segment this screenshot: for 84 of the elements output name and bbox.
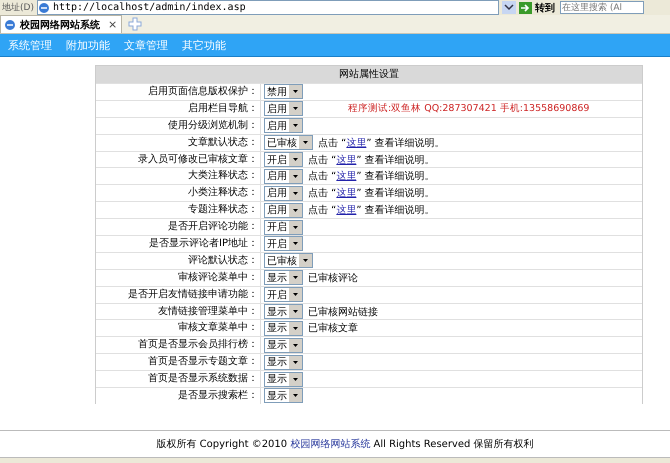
help-link[interactable]: 这里 bbox=[336, 188, 356, 200]
panel-title: 网站属性设置 bbox=[96, 66, 642, 83]
note-text: 已审核评论 bbox=[308, 272, 358, 285]
caret-icon bbox=[289, 186, 302, 200]
address-label: 地址(D) bbox=[2, 2, 34, 14]
select-field[interactable]: 显示 bbox=[264, 354, 303, 370]
caret-icon bbox=[289, 85, 302, 98]
field-label: 评论默认状态： bbox=[96, 252, 261, 269]
caret-icon bbox=[289, 389, 302, 402]
field-label: 首页是否显示专题文章： bbox=[96, 354, 261, 370]
field-label: 是否开启评论功能： bbox=[96, 219, 261, 236]
caret-icon bbox=[289, 220, 302, 234]
dropdown-icon[interactable] bbox=[502, 1, 516, 14]
field-label: 专题注释状态： bbox=[96, 202, 261, 218]
select-field[interactable]: 禁用 bbox=[264, 84, 303, 100]
browser-tab[interactable]: 校园网络网站系统 × bbox=[0, 15, 122, 33]
select-field[interactable]: 开启 bbox=[264, 220, 303, 235]
page-icon bbox=[4, 18, 16, 30]
help-text: 点击 “这里” 查看详细说明。 bbox=[308, 154, 435, 166]
page-icon bbox=[38, 2, 50, 14]
go-button[interactable]: 转到 bbox=[518, 0, 555, 14]
field-label: 录入员可修改已审核文章： bbox=[96, 152, 261, 168]
caret-icon bbox=[289, 119, 302, 132]
copyright-text: 版权所有 Copyright ©2010 校园网络网站系统 All Rights Reserved 保留所有权利 bbox=[156, 438, 534, 451]
credit-text: 程序测试:双鱼林 QQ:287307421 手机:13558690869 bbox=[348, 102, 590, 116]
help-text: 点击 “这里” 查看详细说明。 bbox=[308, 170, 435, 184]
search-field[interactable]: 在这里搜索 (Al bbox=[560, 1, 644, 14]
select-field[interactable]: 已审核 bbox=[264, 253, 313, 268]
select-field[interactable]: 开启 bbox=[264, 236, 303, 252]
select-field[interactable]: 启用 bbox=[264, 101, 303, 116]
footer-link[interactable]: 校园网络网站系统 bbox=[290, 439, 370, 450]
help-link[interactable]: 这里 bbox=[336, 154, 356, 166]
caret-icon bbox=[289, 305, 302, 318]
select-field[interactable]: 显示 bbox=[264, 320, 303, 336]
caret-icon bbox=[289, 338, 302, 352]
caret-icon bbox=[289, 288, 302, 302]
field-label: 是否显示搜索栏： bbox=[96, 388, 261, 404]
select-field[interactable]: 显示 bbox=[264, 270, 303, 286]
note-text: 已审核文章 bbox=[308, 322, 358, 336]
field-label: 首页是否显示会员排行榜： bbox=[96, 337, 261, 354]
select-field[interactable]: 已审核 bbox=[264, 135, 313, 150]
field-label: 首页是否显示系统数据： bbox=[96, 371, 261, 388]
field-label: 是否开启友情链接申请功能： bbox=[96, 286, 261, 303]
field-label: 是否显示评论者IP地址： bbox=[96, 236, 261, 252]
select-field[interactable]: 显示 bbox=[264, 372, 303, 387]
field-label: 审核文章菜单中： bbox=[96, 320, 261, 336]
select-field[interactable]: 启用 bbox=[264, 186, 303, 201]
field-label: 启用栏目导航： bbox=[96, 100, 261, 117]
help-link[interactable]: 这里 bbox=[336, 205, 356, 216]
url-field[interactable]: http://localhost/admin/index.asp bbox=[36, 0, 499, 15]
field-label: 大类注释状态： bbox=[96, 168, 261, 184]
caret-icon bbox=[289, 170, 302, 183]
select-field[interactable]: 开启 bbox=[264, 287, 303, 302]
arrow-icon bbox=[518, 2, 532, 14]
help-text: 点击 “这里” 查看详细说明。 bbox=[308, 204, 435, 218]
field-label: 审核评论菜单中： bbox=[96, 270, 261, 286]
caret-icon bbox=[289, 322, 302, 335]
field-label: 文章默认状态： bbox=[96, 134, 261, 151]
help-text: 点击 “这里” 查看详细说明。 bbox=[308, 186, 435, 200]
select-field[interactable]: 开启 bbox=[264, 152, 303, 167]
field-label: 使用分级浏览机制： bbox=[96, 118, 261, 134]
caret-icon bbox=[289, 102, 302, 116]
select-field[interactable]: 启用 bbox=[264, 118, 303, 134]
caret-icon bbox=[289, 237, 302, 250]
select-field[interactable]: 显示 bbox=[264, 338, 303, 353]
select-field[interactable]: 显示 bbox=[264, 304, 303, 320]
help-link[interactable]: 这里 bbox=[346, 138, 366, 149]
note-text: 已审核网站链接 bbox=[308, 306, 378, 319]
select-field[interactable]: 启用 bbox=[264, 168, 303, 184]
select-field[interactable]: 显示 bbox=[264, 388, 303, 404]
caret-icon bbox=[289, 271, 302, 284]
caret-icon bbox=[289, 204, 302, 217]
close-button[interactable]: × bbox=[108, 18, 118, 31]
select-field[interactable]: 启用 bbox=[264, 202, 303, 218]
help-text: 点击 “这里” 查看详细说明。 bbox=[318, 136, 445, 150]
caret-icon bbox=[289, 372, 302, 386]
help-link[interactable]: 这里 bbox=[336, 171, 356, 182]
caret-icon bbox=[299, 136, 312, 150]
field-label: 小类注释状态： bbox=[96, 185, 261, 202]
field-label: 启用页面信息版权保护： bbox=[96, 84, 261, 100]
caret-icon bbox=[289, 153, 302, 166]
caret-icon bbox=[299, 254, 312, 268]
field-label: 友情链接管理菜单中： bbox=[96, 304, 261, 320]
caret-icon bbox=[289, 356, 302, 369]
